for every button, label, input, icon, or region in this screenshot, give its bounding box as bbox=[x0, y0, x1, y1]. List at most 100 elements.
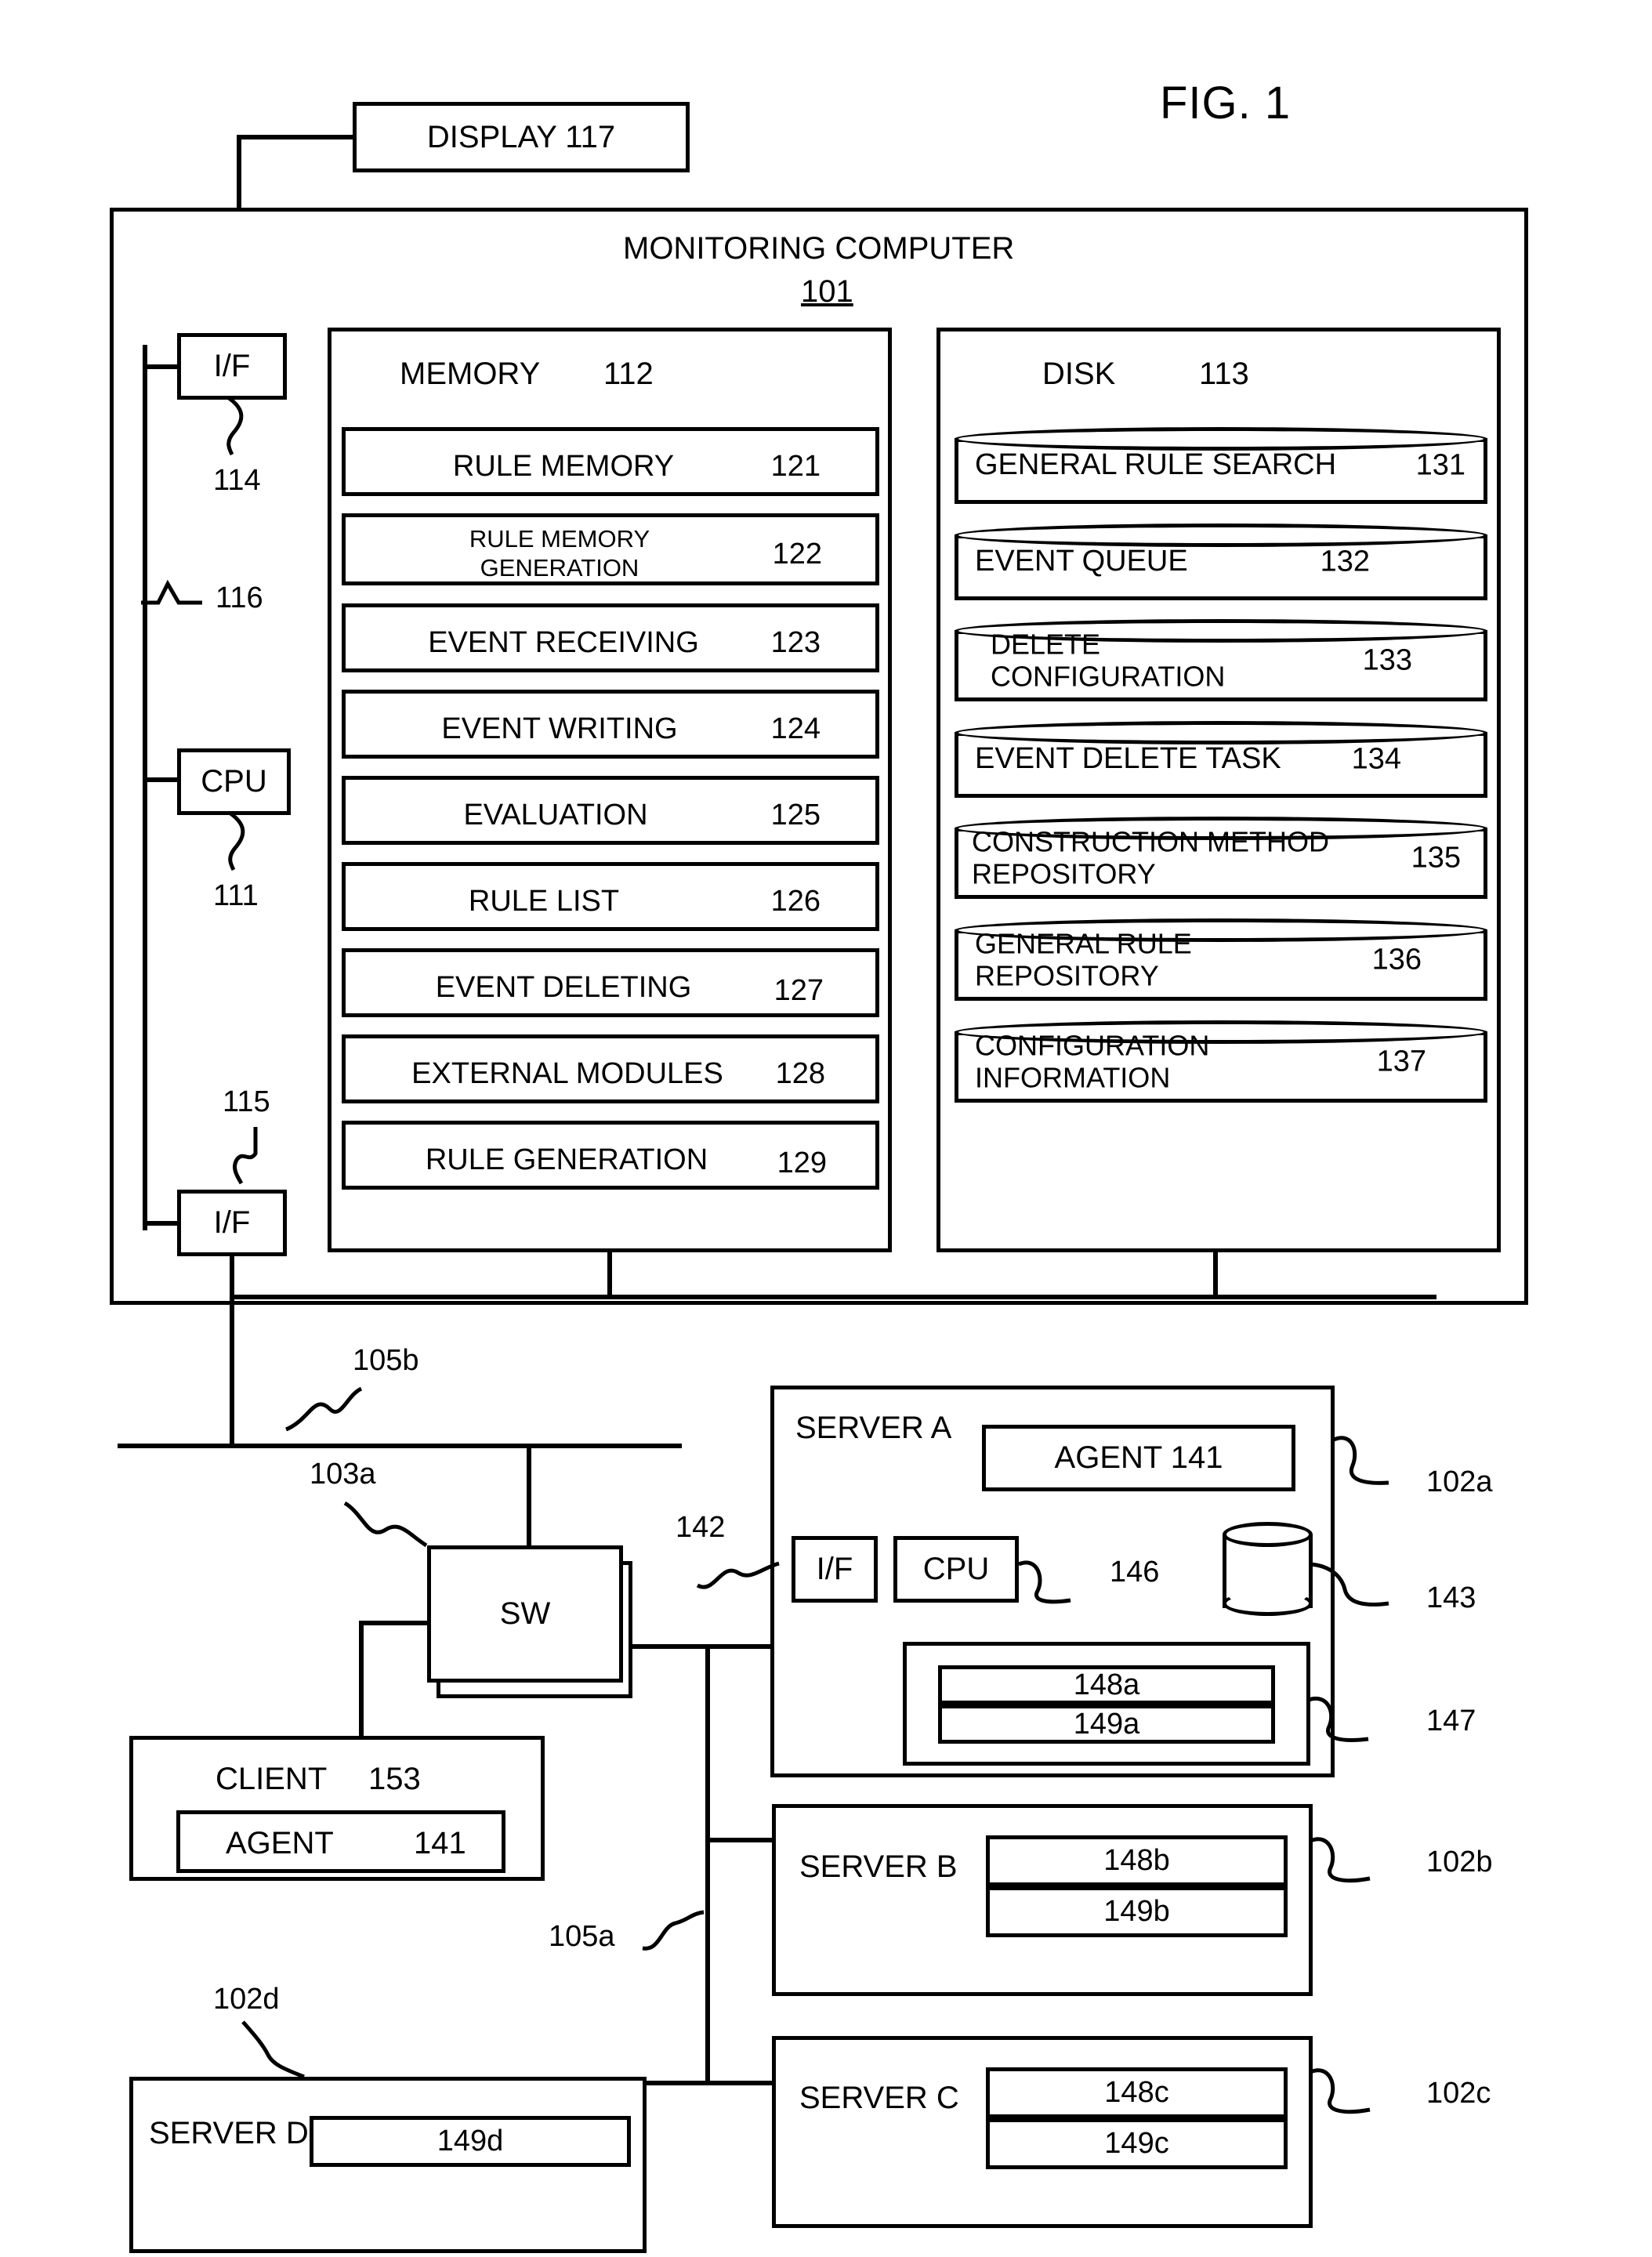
switch-to-client-vertical bbox=[359, 1621, 364, 1740]
disk-item: GENERAL RULE REPOSITORY 136 bbox=[955, 918, 1487, 1001]
memory-item: EVENT DELETING 127 bbox=[342, 948, 879, 1017]
memory-item-ref: 124 bbox=[770, 712, 821, 745]
server-a-cpu-label: CPU bbox=[922, 1552, 990, 1586]
display-box: DISPLAY 117 bbox=[353, 102, 690, 172]
switch-down-branch bbox=[705, 1644, 710, 2083]
server-a-agent-box: AGENT 141 bbox=[982, 1425, 1295, 1491]
bus-to-switch-link bbox=[527, 1444, 531, 1547]
server-c-title: SERVER C bbox=[799, 2081, 959, 2115]
server-a-title: SERVER A bbox=[795, 1411, 952, 1445]
memory-item-ref: 126 bbox=[770, 885, 821, 918]
upper-bus-squiggle bbox=[284, 1386, 363, 1432]
server-a-cpu-ref: 146 bbox=[1110, 1556, 1160, 1589]
monitoring-computer-title: MONITORING COMPUTER bbox=[623, 231, 1015, 266]
memory-item-ref: 129 bbox=[777, 1147, 827, 1179]
disk-item-label: CONFIGURATION INFORMATION bbox=[975, 1029, 1210, 1094]
memory-item: EVENT WRITING 124 bbox=[342, 690, 879, 759]
internal-bus-line bbox=[143, 345, 147, 1230]
disk-item-ref: 133 bbox=[1362, 643, 1412, 676]
database-bottom-ellipse bbox=[1223, 1591, 1313, 1616]
server-a-ref: 102a bbox=[1426, 1465, 1493, 1498]
disk-item: DELETE CONFIGURATION 133 bbox=[955, 619, 1487, 701]
bus-stub-cpu bbox=[143, 777, 180, 782]
memory-item-ref: 125 bbox=[770, 799, 821, 831]
memory-item-ref: 123 bbox=[770, 626, 821, 659]
memory-item-ref: 122 bbox=[772, 538, 822, 571]
disk-item-top-ellipse bbox=[955, 523, 1487, 547]
server-a-if-label: I/F bbox=[816, 1552, 853, 1586]
disk-item: CONSTRUCTION METHOD REPOSITORY 135 bbox=[955, 817, 1487, 899]
disk-item-ref: 131 bbox=[1415, 448, 1465, 482]
disk-item-top-ellipse bbox=[955, 427, 1487, 451]
server-a-db-leader-squiggle bbox=[1310, 1562, 1389, 1607]
disk-item: GENERAL RULE SEARCH 131 bbox=[955, 427, 1487, 504]
server-b-row: 149b bbox=[986, 1886, 1288, 1937]
server-a-group-leader-squiggle bbox=[1308, 1696, 1369, 1742]
memory-item: EVENT RECEIVING 123 bbox=[342, 603, 879, 672]
server-a-cpu-leader-squiggle bbox=[1018, 1560, 1071, 1604]
monitoring-internal-rail bbox=[230, 1295, 1436, 1299]
server-c-row-label: 149c bbox=[1104, 2127, 1169, 2160]
bus-stub-if-bottom bbox=[143, 1221, 180, 1226]
disk-item-ref: 134 bbox=[1351, 742, 1401, 776]
memory-item: EXTERNAL MODULES 128 bbox=[342, 1034, 879, 1103]
server-d-leader-squiggle bbox=[241, 2020, 305, 2079]
server-d-title: SERVER D bbox=[149, 2116, 309, 2150]
lower-bus-squiggle bbox=[642, 1910, 705, 1951]
disk-item-ref: 135 bbox=[1411, 841, 1461, 874]
memory-item-ref: 128 bbox=[775, 1057, 825, 1090]
server-b-title: SERVER B bbox=[799, 1849, 958, 1884]
database-top-ellipse bbox=[1223, 1522, 1313, 1547]
if-bottom-box: I/F bbox=[177, 1190, 287, 1256]
server-d-row-label: 149d bbox=[437, 2125, 504, 2157]
memory-item: RULE MEMORY GENERATION 122 bbox=[342, 513, 879, 585]
server-a-group-ref: 147 bbox=[1426, 1705, 1476, 1737]
memory-item: RULE GENERATION 129 bbox=[342, 1121, 879, 1190]
bus-to-server-b-link bbox=[705, 1838, 776, 1842]
disk-item-ref: 137 bbox=[1376, 1045, 1426, 1078]
if-bottom-label: I/F bbox=[213, 1205, 251, 1240]
server-c-row: 148c bbox=[986, 2067, 1288, 2118]
server-b-leader-squiggle bbox=[1310, 1837, 1371, 1883]
if-top-label: I/F bbox=[213, 349, 251, 383]
memory-item: RULE LIST 126 bbox=[342, 862, 879, 931]
server-a-leader-squiggle bbox=[1331, 1436, 1389, 1485]
server-c-row-label: 148c bbox=[1104, 2076, 1169, 2109]
disk-ref: 113 bbox=[1199, 357, 1249, 391]
disk-item-label: EVENT DELETE TASK bbox=[975, 742, 1281, 776]
network-bus-105b bbox=[118, 1444, 682, 1448]
bus-ref-squiggle bbox=[141, 579, 202, 605]
server-b-row: 148b bbox=[986, 1835, 1288, 1886]
memory-item: EVALUATION 125 bbox=[342, 776, 879, 845]
server-a-agent-label: AGENT 141 bbox=[1054, 1440, 1223, 1475]
server-a-if-leader-squiggle bbox=[696, 1561, 780, 1589]
disk-item: EVENT QUEUE 132 bbox=[955, 523, 1487, 600]
client-title: CLIENT bbox=[216, 1762, 328, 1796]
server-a-cpu-box: CPU bbox=[893, 1536, 1019, 1603]
switch-label: SW bbox=[499, 1596, 551, 1631]
switch-box: SW bbox=[427, 1545, 623, 1683]
memory-title: MEMORY bbox=[400, 357, 541, 391]
server-d-row: 149d bbox=[310, 2116, 631, 2167]
cpu-label: CPU bbox=[201, 764, 267, 799]
memory-downlink bbox=[607, 1252, 612, 1299]
server-b-row-label: 149b bbox=[1103, 1895, 1170, 1928]
lower-bus-ref: 105a bbox=[549, 1920, 615, 1953]
figure-title: FIG. 1 bbox=[1160, 78, 1292, 129]
memory-item-ref: 127 bbox=[773, 974, 824, 1007]
server-d-ref: 102d bbox=[213, 1983, 280, 2016]
disk-item: CONFIGURATION INFORMATION 137 bbox=[955, 1020, 1487, 1103]
disk-downlink bbox=[1213, 1252, 1218, 1299]
client-agent-ref: 141 bbox=[414, 1826, 466, 1860]
bus-ref-label: 116 bbox=[216, 581, 263, 614]
server-c-leader-squiggle bbox=[1310, 2068, 1371, 2114]
server-a-if-box: I/F bbox=[792, 1536, 878, 1603]
memory-ref: 112 bbox=[603, 357, 654, 391]
server-c-row: 149c bbox=[986, 2118, 1288, 2169]
display-connector-horizontal bbox=[239, 135, 357, 139]
server-a-row-label: 149a bbox=[1073, 1707, 1140, 1741]
disk-title: DISK bbox=[1042, 357, 1116, 391]
server-c-ref: 102c bbox=[1426, 2077, 1491, 2110]
memory-item: RULE MEMORY 121 bbox=[342, 427, 879, 496]
server-a-row-label: 148a bbox=[1073, 1668, 1140, 1701]
